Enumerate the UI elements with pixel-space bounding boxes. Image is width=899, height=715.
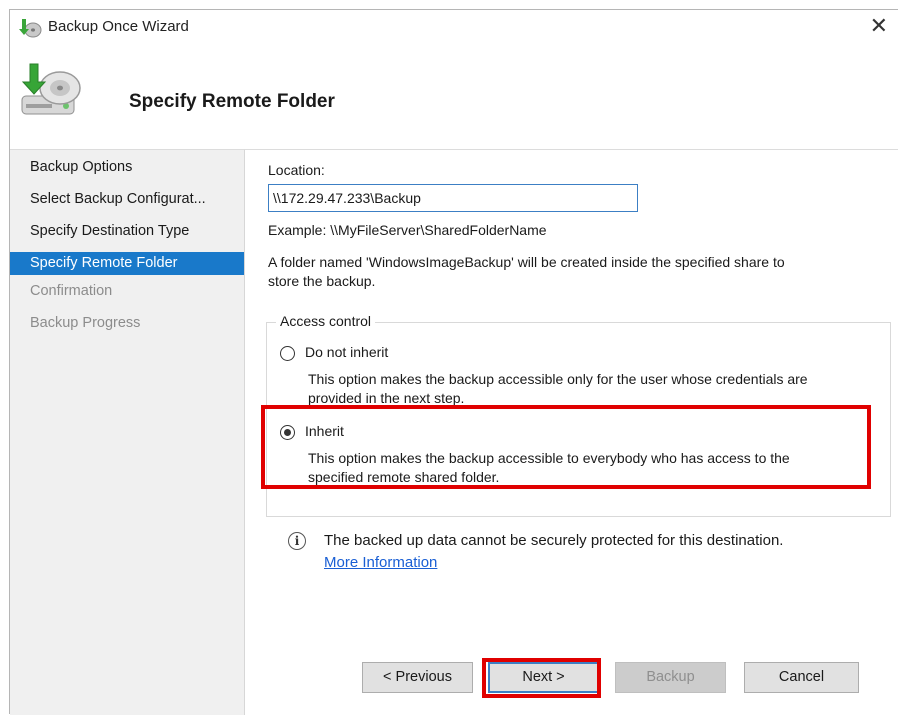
page-title: Specify Remote Folder [129,91,335,112]
cancel-button[interactable]: Cancel [744,662,859,693]
close-icon[interactable]: ✕ [870,13,888,39]
nav-item-confirmation: Confirmation [30,283,113,299]
nav-item-select-backup-configuration[interactable]: Select Backup Configurat... [10,188,244,211]
backup-button: Backup [615,662,726,693]
do-not-inherit-desc-line1: This option makes the backup accessible … [308,371,808,387]
backup-drive-icon [21,63,81,115]
nav-item-backup-progress: Backup Progress [30,315,141,331]
nav-item-specify-remote-folder[interactable]: Specify Remote Folder [10,252,244,275]
wizard-content: Location: Example: \\MyFileServer\Shared… [245,149,898,715]
info-text: The backed up data cannot be securely pr… [324,532,784,549]
access-control-legend: Access control [276,313,376,329]
do-not-inherit-radio[interactable] [280,346,295,361]
nav-item-backup-options[interactable]: Backup Options [10,156,244,179]
backup-once-wizard-window: Backup Once Wizard ✕ Specify Remote Fold… [9,9,898,715]
do-not-inherit-label[interactable]: Do not inherit [305,344,388,360]
previous-button[interactable]: < Previous [362,662,473,693]
folder-note-line2: store the backup. [268,273,376,289]
example-text: Example: \\MyFileServer\SharedFolderName [268,222,547,238]
wizard-steps-nav: Backup Options Select Backup Configurat.… [10,149,245,715]
more-information-link[interactable]: More Information [324,554,437,571]
window-title: Backup Once Wizard [48,18,189,35]
inherit-highlight-box [261,405,871,489]
location-label: Location: [268,162,325,178]
backup-wizard-icon [19,19,42,38]
location-input[interactable] [268,184,638,212]
wizard-header: Specify Remote Folder [10,46,898,149]
folder-note-line1: A folder named 'WindowsImageBackup' will… [268,254,785,270]
title-bar: Backup Once Wizard ✕ [10,10,898,46]
next-highlight-box [482,658,601,698]
info-icon: i [288,532,306,550]
nav-item-specify-destination-type[interactable]: Specify Destination Type [10,220,244,243]
